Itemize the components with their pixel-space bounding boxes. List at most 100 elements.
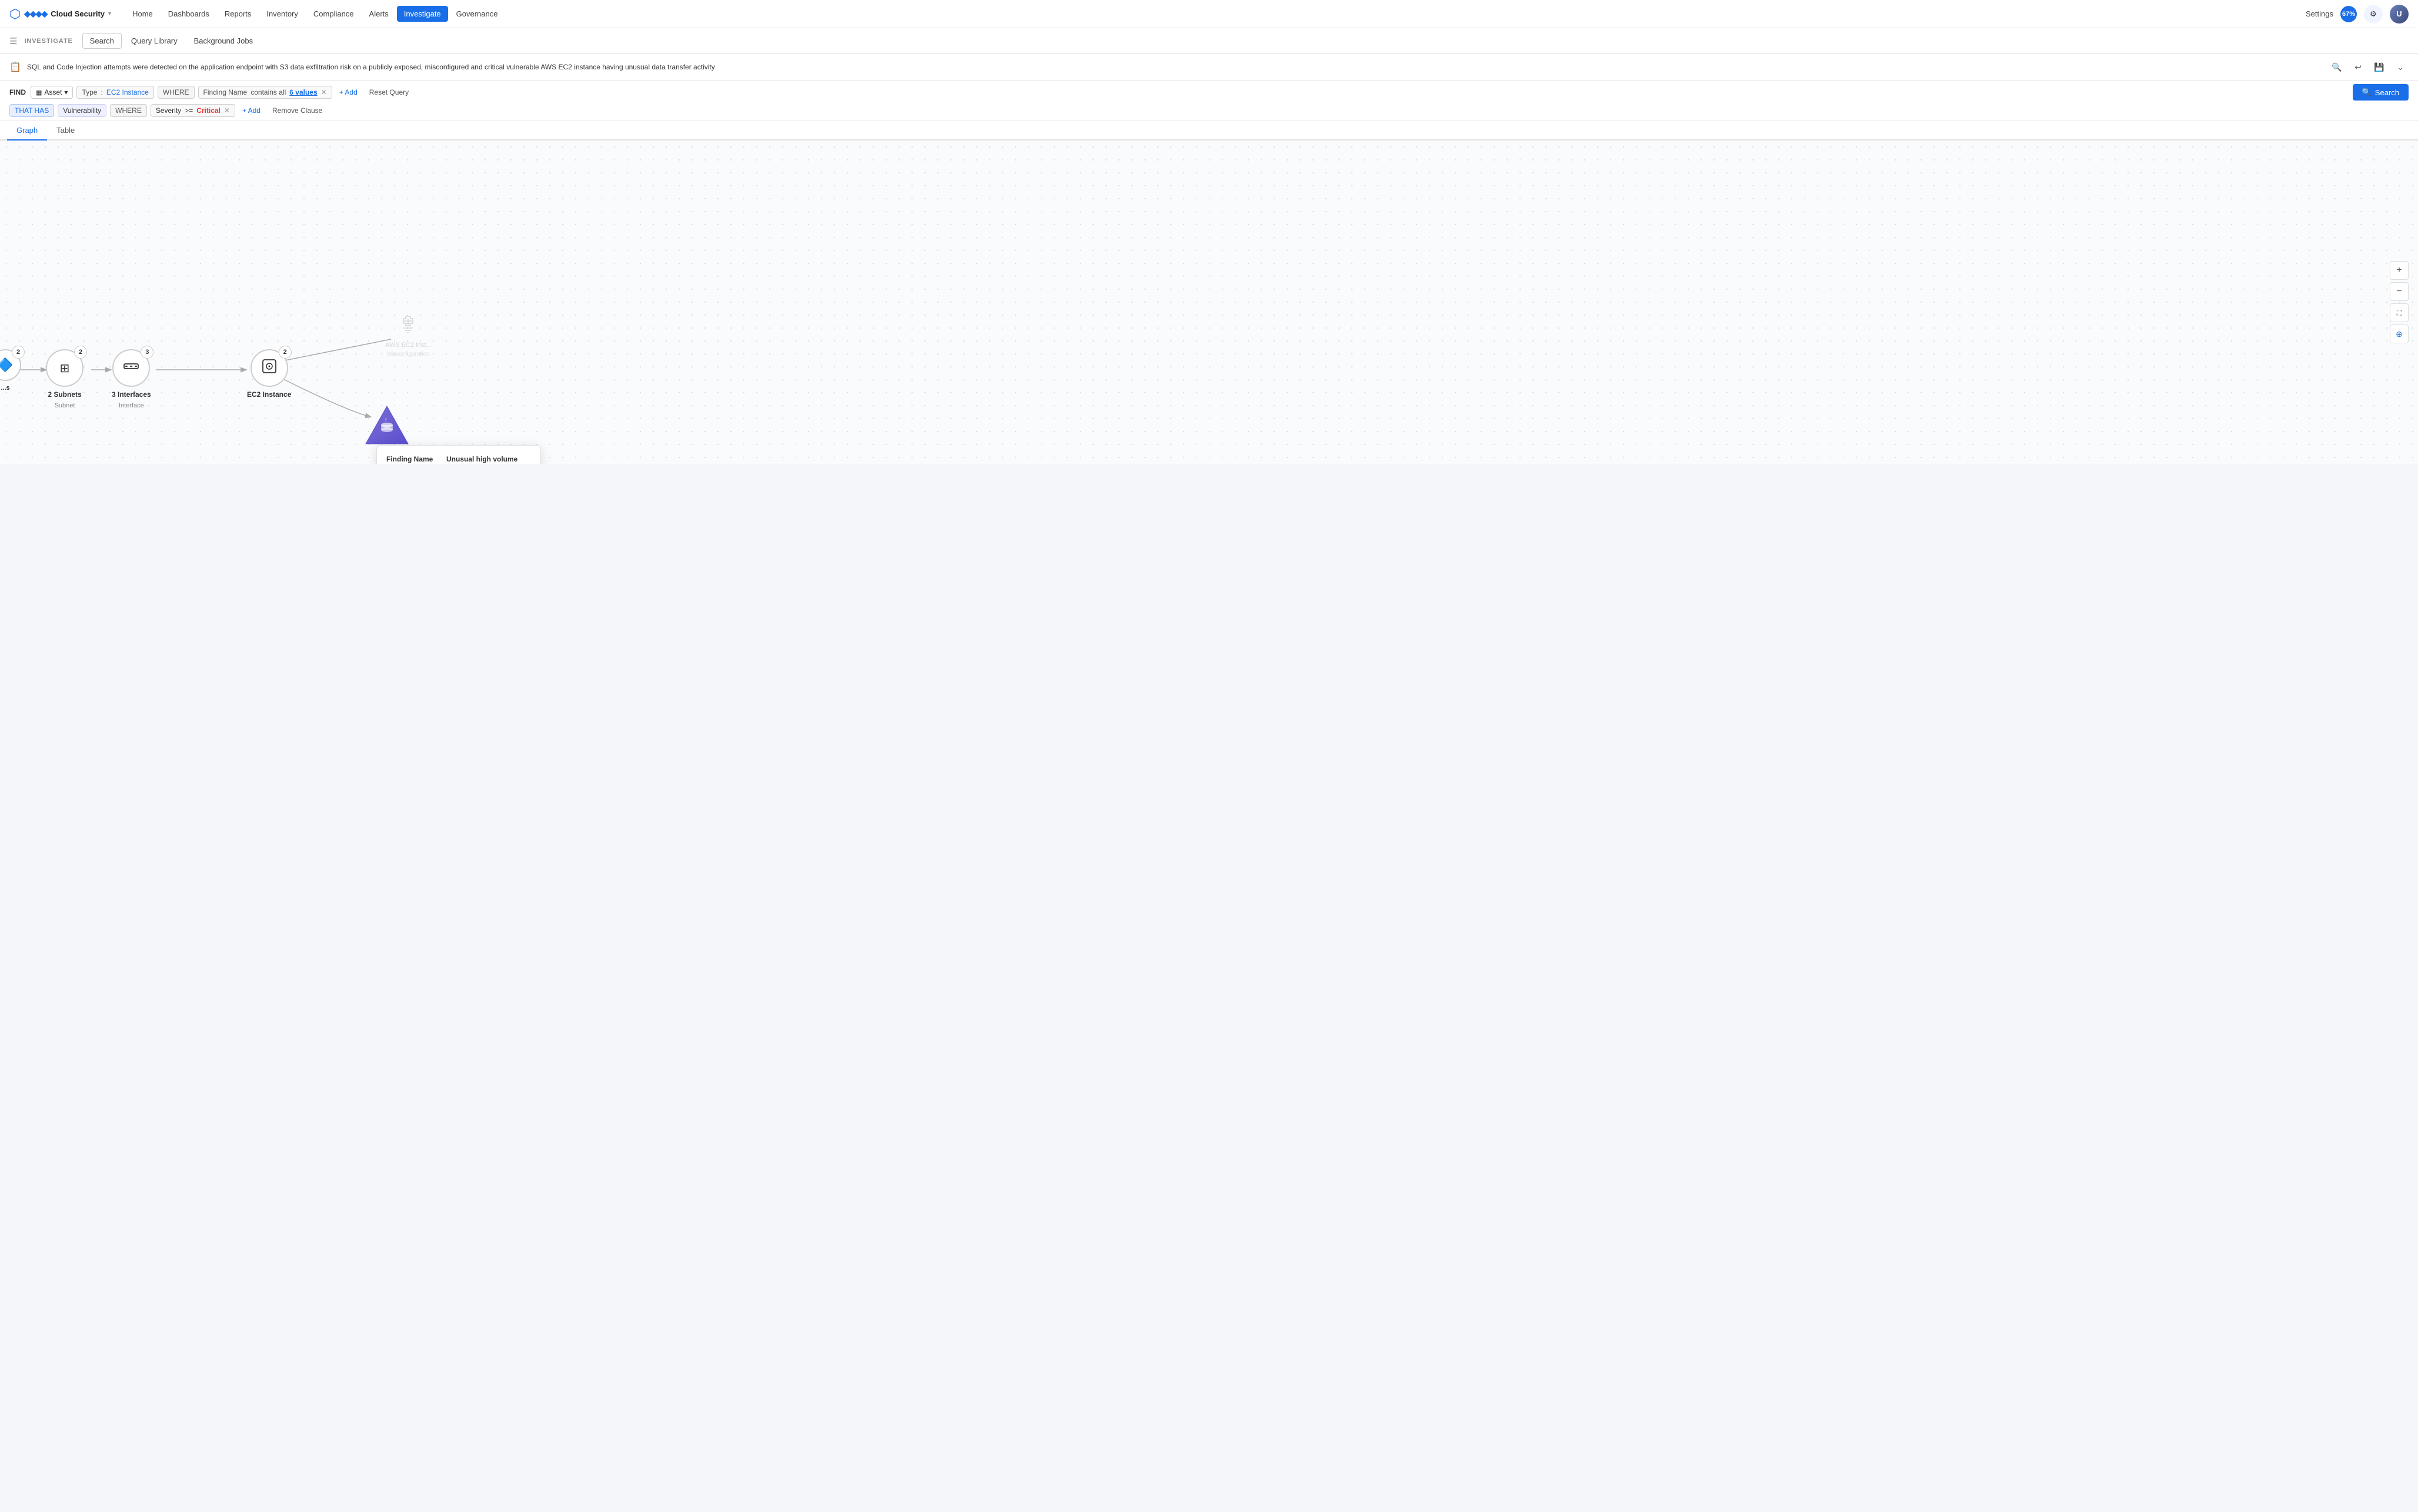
zoom-controls: + − ⛶ ⊕ — [2390, 261, 2409, 343]
asset-label: Asset — [44, 88, 62, 96]
ec2-icon — [261, 358, 278, 378]
finding-name-close-icon[interactable]: ✕ — [321, 88, 327, 96]
query-row-1: FIND ▦ Asset ▾ Type : EC2 Instance WHERE… — [9, 84, 2409, 101]
tab-table[interactable]: Table — [47, 121, 84, 141]
alert-save-button[interactable]: 💾 — [2371, 59, 2387, 75]
top-nav: ⬡ ◆◆◆◆ Cloud Security ▾ Home Dashboards … — [0, 0, 2418, 28]
sec-nav-search[interactable]: Search — [82, 33, 122, 49]
alert-actions: 🔍 ↩ 💾 ⌄ — [2329, 59, 2409, 75]
svg-text:!: ! — [385, 417, 387, 423]
add-clause-button[interactable]: + Add — [239, 105, 264, 116]
where-label: WHERE — [158, 86, 195, 99]
nav-item-home[interactable]: Home — [125, 6, 160, 22]
main-nav: Home Dashboards Reports Inventory Compli… — [125, 6, 2306, 22]
alert-undo-button[interactable]: ↩ — [2350, 59, 2366, 75]
left-node-circle[interactable]: 🔷 2 — [0, 349, 21, 381]
app-logo-icon: ⬡ — [9, 6, 21, 22]
interfaces-label: 3 Interfaces — [112, 390, 151, 399]
zoom-out-button[interactable]: − — [2390, 282, 2409, 301]
alert-banner: 📋 SQL and Code Injection attempts were d… — [0, 54, 2418, 81]
nav-item-reports[interactable]: Reports — [218, 6, 259, 22]
finding-triangle-svg: ! — [363, 404, 410, 446]
alert-expand-button[interactable]: ⌄ — [2392, 59, 2409, 75]
subnets-sublabel: Subnet — [55, 402, 75, 409]
secondary-nav: ☰ INVESTIGATE Search Query Library Backg… — [0, 28, 2418, 54]
pct-badge: 67% — [2340, 6, 2357, 22]
left-partial-node[interactable]: 🔷 2 ...s — [0, 349, 21, 392]
zoom-fit-button[interactable]: ⛶ — [2390, 303, 2409, 322]
find-label: FIND — [9, 88, 26, 96]
ec2-badge: 2 — [279, 346, 292, 359]
subnets-circle[interactable]: ⊞ 2 — [46, 349, 84, 387]
avatar[interactable]: U — [2390, 5, 2409, 24]
search-icon: 🔍 — [2362, 88, 2372, 97]
settings-label[interactable]: Settings — [2306, 9, 2333, 18]
finding-name-filter: Finding Name contains all 6 values ✕ — [198, 86, 332, 99]
nav-item-governance[interactable]: Governance — [449, 6, 505, 22]
left-node-icon: 🔷 — [0, 357, 14, 373]
where-label-2: WHERE — [110, 104, 147, 117]
zoom-reset-button[interactable]: ⊕ — [2390, 325, 2409, 343]
subnets-badge: 2 — [74, 346, 87, 359]
interfaces-icon — [123, 358, 139, 378]
brand-name: Cloud Security — [51, 9, 105, 18]
alert-search-button[interactable]: 🔍 — [2329, 59, 2345, 75]
search-button[interactable]: 🔍 Search — [2353, 84, 2409, 101]
reset-query-button[interactable]: Reset Query — [365, 86, 413, 98]
graph-area: 🔷 2 ...s ⊞ 2 2 Subnets Subnet 3 3 Inte — [0, 141, 2418, 464]
misconfig-label: AWS EC2 inst... — [385, 342, 431, 349]
alert-doc-icon: 📋 — [9, 61, 21, 73]
interfaces-sublabel: Interface — [119, 402, 144, 409]
investigate-label: INVESTIGATE — [24, 38, 72, 45]
subnets-icon: ⊞ — [60, 361, 70, 376]
values-count[interactable]: 6 values — [289, 88, 317, 96]
brand-chevron-icon: ▾ — [108, 11, 111, 17]
add-filter-button[interactable]: + Add — [336, 86, 361, 98]
nav-item-inventory[interactable]: Inventory — [259, 6, 305, 22]
ec2-circle[interactable]: 2 — [251, 349, 288, 387]
query-row-2: THAT HAS Vulnerability WHERE Severity >=… — [9, 104, 2409, 117]
tooltip-finding-name-field: Finding Name — [386, 455, 439, 464]
nav-item-alerts[interactable]: Alerts — [362, 6, 396, 22]
asset-dropdown[interactable]: ▦ Asset ▾ — [31, 86, 73, 99]
misconfig-icon — [398, 314, 419, 339]
type-value: EC2 Instance — [106, 88, 149, 96]
remove-clause-button[interactable]: Remove Clause — [268, 105, 327, 116]
asset-table-icon: ▦ — [36, 89, 42, 96]
menu-icon[interactable]: ☰ — [9, 36, 17, 46]
type-filter-tag: Type : EC2 Instance — [76, 86, 153, 99]
ec2-label: EC2 Instance — [247, 390, 291, 399]
finding-node[interactable]: ! — [363, 404, 410, 446]
interfaces-circle[interactable]: 3 — [112, 349, 150, 387]
misconfig-node[interactable]: AWS EC2 inst... Misconfiguration — [385, 314, 431, 357]
type-label: Type — [82, 88, 97, 96]
tooltip-finding-name-row: Finding Name Unusual high volume data tr… — [386, 455, 531, 464]
left-node-label: ...s — [1, 384, 9, 392]
nav-item-compliance[interactable]: Compliance — [306, 6, 361, 22]
left-node-badge: 2 — [12, 346, 25, 359]
brand-dropdown[interactable]: ◆◆◆◆ Cloud Security ▾ — [24, 9, 111, 19]
subnets-label: 2 Subnets — [48, 390, 81, 399]
view-tabs: Graph Table — [0, 121, 2418, 141]
interfaces-node[interactable]: 3 3 Interfaces Interface — [112, 349, 151, 409]
search-label: Search — [2375, 88, 2399, 97]
thathas-tag: THAT HAS — [9, 104, 54, 117]
tab-graph[interactable]: Graph — [7, 121, 47, 141]
severity-filter: Severity >= Critical ✕ — [151, 104, 235, 117]
zoom-in-button[interactable]: + — [2390, 261, 2409, 280]
finding-name-label: Finding Name — [203, 88, 248, 96]
nav-item-investigate[interactable]: Investigate — [397, 6, 448, 22]
subnets-node[interactable]: ⊞ 2 2 Subnets Subnet — [46, 349, 84, 409]
tooltip-finding-name-value: Unusual high volume data transfer activi… — [446, 455, 531, 464]
query-bar: FIND ▦ Asset ▾ Type : EC2 Instance WHERE… — [0, 81, 2418, 121]
severity-close-icon[interactable]: ✕ — [224, 106, 230, 115]
nav-right: Settings 67% ⚙ U — [2306, 5, 2409, 24]
tooltip-card: Finding Name Unusual high volume data tr… — [376, 445, 541, 464]
nav-item-dashboards[interactable]: Dashboards — [161, 6, 216, 22]
brand-logo-icon: ◆◆◆◆ — [24, 9, 47, 19]
sec-nav-query-library[interactable]: Query Library — [124, 34, 185, 48]
ec2-node[interactable]: 2 EC2 Instance — [247, 349, 291, 402]
gear-icon: ⚙ — [2370, 9, 2377, 19]
sec-nav-background-jobs[interactable]: Background Jobs — [187, 34, 260, 48]
gear-button[interactable]: ⚙ — [2364, 5, 2383, 24]
